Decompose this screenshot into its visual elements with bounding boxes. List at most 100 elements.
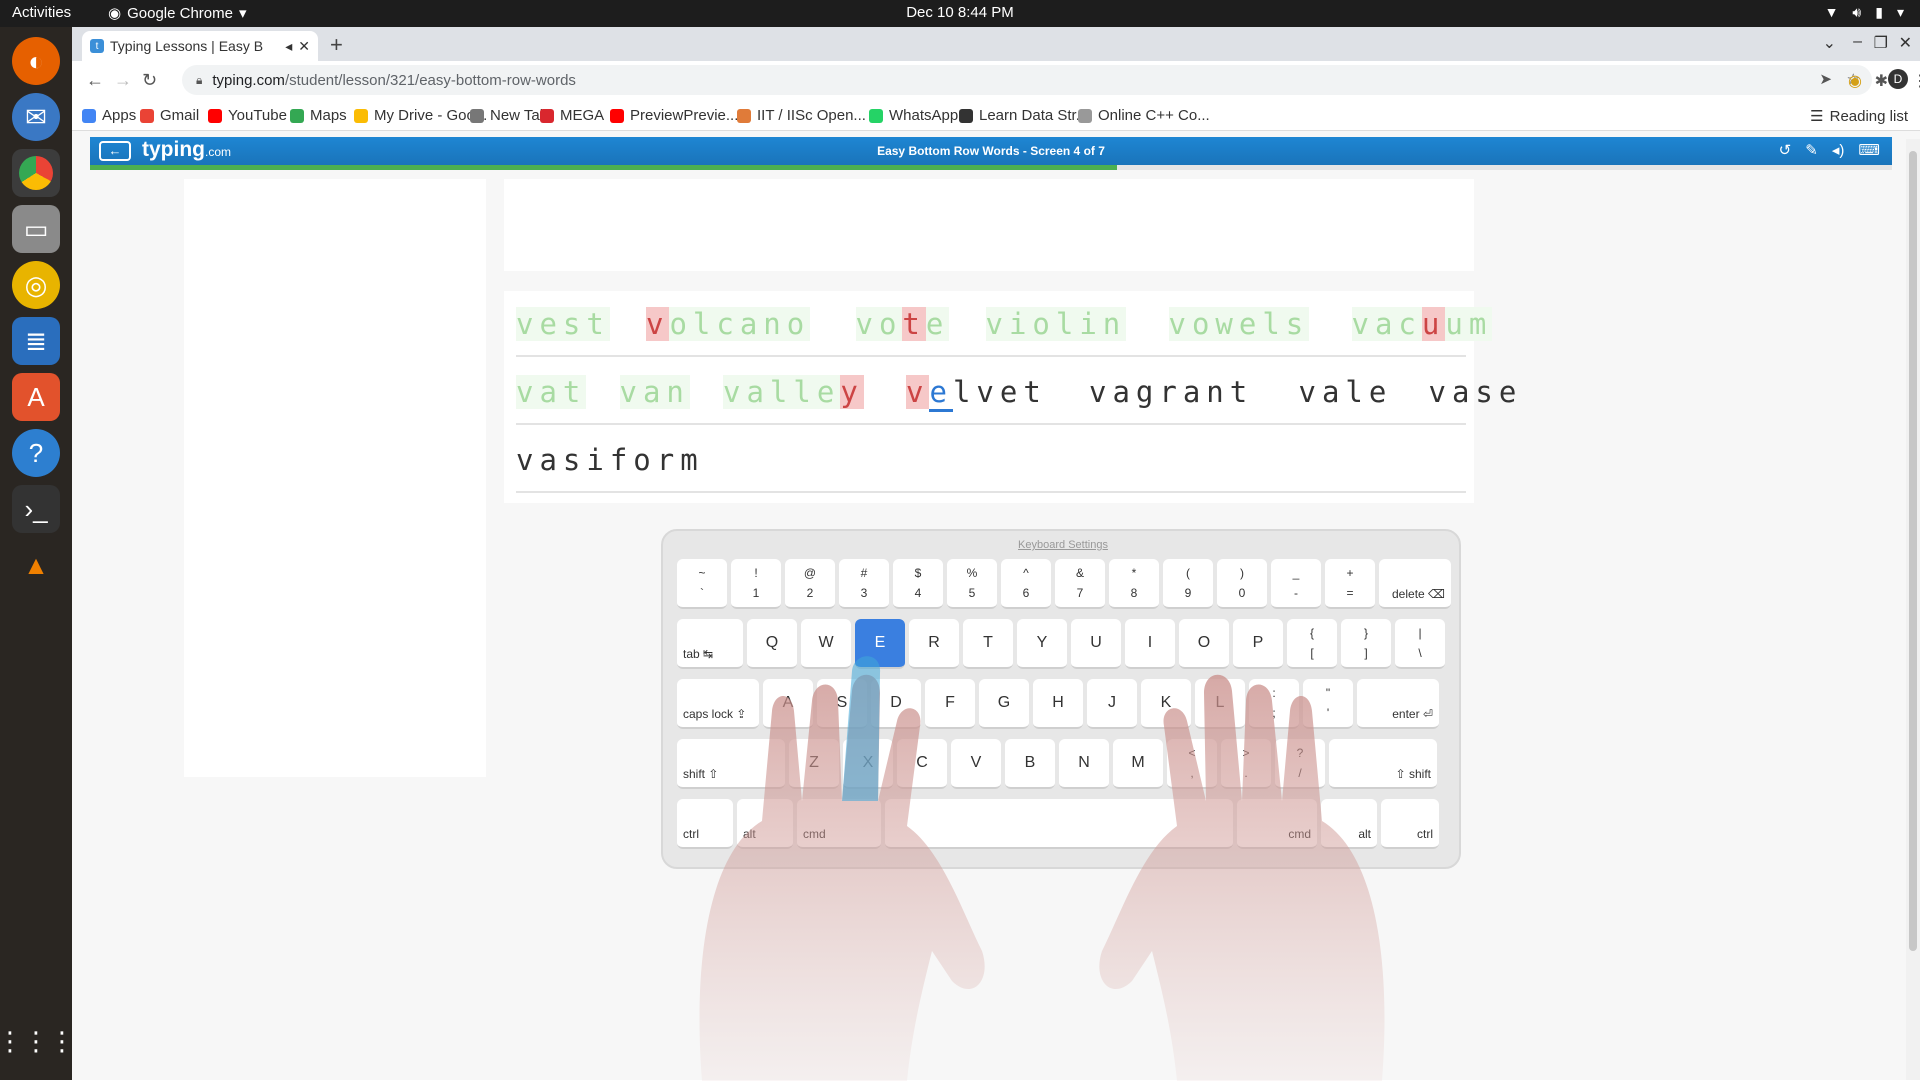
key[interactable]: caps lock ⇪ xyxy=(677,679,759,729)
key[interactable]: enter ⏎ xyxy=(1357,679,1439,729)
scrollbar-thumb[interactable] xyxy=(1909,151,1917,951)
terminal-icon[interactable]: ›_ xyxy=(12,485,60,533)
help-icon[interactable]: ? xyxy=(12,429,60,477)
key[interactable]: N xyxy=(1059,739,1109,789)
bookmark-item[interactable]: IIT / IISc Open... xyxy=(737,107,866,124)
key[interactable]: L xyxy=(1195,679,1245,729)
key[interactable]: * 8 xyxy=(1109,559,1159,609)
key[interactable]: % 5 xyxy=(947,559,997,609)
key[interactable]: ctrl xyxy=(677,799,733,849)
key[interactable]: delete ⌫ xyxy=(1379,559,1451,609)
key[interactable]: $4 xyxy=(893,559,943,609)
tab-typing-lessons[interactable]: t Typing Lessons | Easy B ◂ ✕ xyxy=(82,31,318,61)
page-scrollbar[interactable] xyxy=(1906,139,1920,1080)
key[interactable]: _ - xyxy=(1271,559,1321,609)
extension-icon[interactable]: ◉ xyxy=(1848,71,1862,91)
key[interactable]: A xyxy=(763,679,813,729)
key[interactable]: K xyxy=(1141,679,1191,729)
key[interactable]: cmd xyxy=(797,799,881,849)
forward-icon[interactable]: → xyxy=(114,70,132,91)
key[interactable]: ~ ` xyxy=(677,559,727,609)
key[interactable]: B xyxy=(1005,739,1055,789)
key[interactable]: shift ⇧ xyxy=(677,739,785,789)
key[interactable]: ? / xyxy=(1275,739,1325,789)
key[interactable]: P xyxy=(1233,619,1283,669)
key[interactable]: & 7 xyxy=(1055,559,1105,609)
key[interactable]: J xyxy=(1087,679,1137,729)
key[interactable]: {[ xyxy=(1287,619,1337,669)
key[interactable]: alt xyxy=(1321,799,1377,849)
bookmark-item[interactable]: New Tab xyxy=(470,107,548,124)
bookmark-item[interactable]: My Drive - Goo... xyxy=(354,107,487,124)
bookmark-item[interactable]: Apps xyxy=(82,107,136,124)
firefox-icon[interactable]: ◐ xyxy=(12,37,60,85)
key[interactable]: + = xyxy=(1325,559,1375,609)
show-apps-icon[interactable]: ⋮⋮⋮ xyxy=(0,1017,75,1065)
chrome-icon[interactable] xyxy=(12,149,60,197)
key[interactable]: Q xyxy=(747,619,797,669)
typing-area[interactable]: vest volcano vote violin vowels vacuum vat van v… xyxy=(504,291,1516,503)
key[interactable]: ⇧ shift xyxy=(1329,739,1437,789)
key[interactable]: I xyxy=(1125,619,1175,669)
key[interactable]: Y xyxy=(1017,619,1067,669)
bookmark-item[interactable]: WhatsApp xyxy=(869,107,958,124)
speaker-icon[interactable]: ◂ xyxy=(285,38,292,55)
bookmark-item[interactable]: Gmail xyxy=(140,107,199,124)
clock[interactable]: Dec 10 8:44 PM xyxy=(0,4,1920,21)
key[interactable]: R xyxy=(909,619,959,669)
address-bar[interactable]: 🔒︎ typing.com/student/lesson/321/easy-bo… xyxy=(182,65,1872,95)
writer-icon[interactable]: ≣ xyxy=(12,317,60,365)
system-tray[interactable]: ▼ 🔊︎ ▮ ▾ xyxy=(1825,4,1904,21)
vlc-icon[interactable]: ▲ xyxy=(12,541,60,589)
key[interactable]: <, xyxy=(1167,739,1217,789)
key[interactable]: (9 xyxy=(1163,559,1213,609)
key[interactable]: tab ↹ xyxy=(677,619,743,669)
minimize-button[interactable]: – xyxy=(1853,33,1862,51)
bookmark-item[interactable]: MEGA xyxy=(540,107,604,124)
key[interactable]: G xyxy=(979,679,1029,729)
key[interactable]: ^ 6 xyxy=(1001,559,1051,609)
bookmark-item[interactable]: Learn Data Str... xyxy=(959,107,1088,124)
key[interactable]: :; xyxy=(1249,679,1299,729)
key[interactable]: S xyxy=(817,679,867,729)
key[interactable]: D xyxy=(871,679,921,729)
close-window-button[interactable]: ✕ xyxy=(1899,33,1912,53)
key[interactable]: cmd xyxy=(1237,799,1317,849)
tab-search-icon[interactable]: ⌄ xyxy=(1823,33,1836,53)
hide-hands-icon[interactable]: ✎ xyxy=(1805,141,1818,159)
key[interactable]: V xyxy=(951,739,1001,789)
bookmark-item[interactable]: Online C++ Co... xyxy=(1078,107,1210,124)
key[interactable]: M xyxy=(1113,739,1163,789)
key[interactable]: ) 0 xyxy=(1217,559,1267,609)
maximize-button[interactable]: ❐ xyxy=(1874,33,1888,53)
key[interactable]: ! 1 xyxy=(731,559,781,609)
key[interactable]: U xyxy=(1071,619,1121,669)
key[interactable]: ctrl xyxy=(1381,799,1439,849)
key[interactable]: >. xyxy=(1221,739,1271,789)
history-icon[interactable]: ↺ xyxy=(1779,141,1792,159)
key[interactable]: T xyxy=(963,619,1013,669)
new-tab-button[interactable]: + xyxy=(330,32,343,58)
menu-icon[interactable]: ⋮ xyxy=(1912,71,1920,91)
share-icon[interactable]: ➤ xyxy=(1819,70,1832,88)
keyboard-settings-link[interactable]: Keyboard Settings xyxy=(663,539,1463,551)
files-icon[interactable]: ▭ xyxy=(12,205,60,253)
profile-avatar[interactable]: D xyxy=(1888,69,1908,89)
key[interactable]: | \ xyxy=(1395,619,1445,669)
sound-icon[interactable]: ◂) xyxy=(1832,141,1845,159)
key[interactable] xyxy=(885,799,1233,849)
rhythmbox-icon[interactable]: ◎ xyxy=(12,261,60,309)
key[interactable]: alt xyxy=(737,799,793,849)
key[interactable]: F xyxy=(925,679,975,729)
key[interactable]: O xyxy=(1179,619,1229,669)
key[interactable]: X xyxy=(843,739,893,789)
key[interactable]: Z xyxy=(789,739,839,789)
back-icon[interactable]: ← xyxy=(86,70,104,91)
extensions-puzzle-icon[interactable]: ✱ xyxy=(1875,71,1888,91)
bookmark-item[interactable]: Maps xyxy=(290,107,347,124)
app-center-icon[interactable]: A xyxy=(12,373,60,421)
bookmark-item[interactable]: PreviewPrevie... xyxy=(610,107,738,124)
key[interactable]: H xyxy=(1033,679,1083,729)
key[interactable]: C xyxy=(897,739,947,789)
key[interactable]: @2 xyxy=(785,559,835,609)
